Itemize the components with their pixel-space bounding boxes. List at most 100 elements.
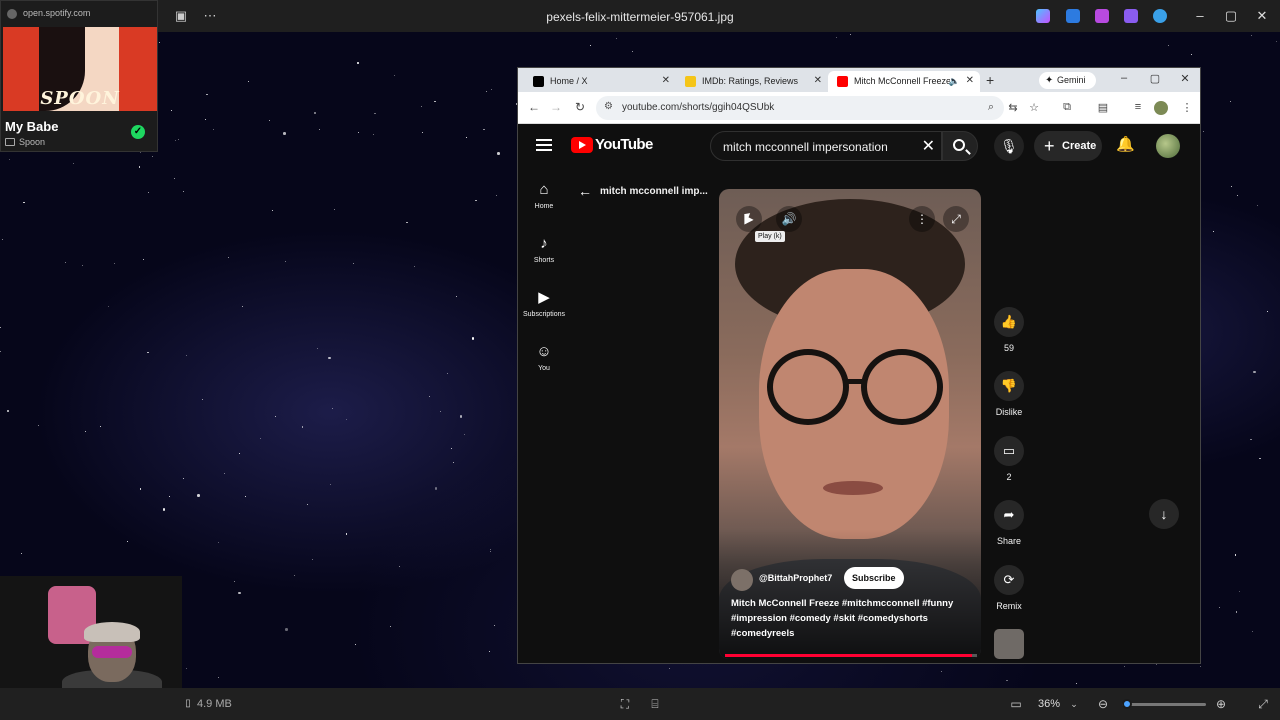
dislike-button[interactable]: 👎 Dislike (991, 371, 1027, 417)
profile-avatar-icon[interactable] (1154, 101, 1168, 115)
account-avatar[interactable] (1156, 134, 1180, 158)
back-search-query[interactable]: mitch mcconnell imp... (600, 186, 708, 197)
short-more-icon[interactable]: ⋮ (909, 206, 935, 232)
sidebar-item-home[interactable]: ⌂ Home (518, 181, 570, 210)
minimize-icon[interactable]: – (1185, 6, 1215, 26)
chrome-window: Home / X ✕ IMDb: Ratings, Reviews, and W… (517, 67, 1201, 664)
media-controls-icon[interactable]: ≡ (1131, 101, 1145, 113)
search-query[interactable]: mitch mcconnell impersonation (723, 140, 888, 154)
clear-search-icon[interactable]: ✕ (922, 136, 935, 156)
fullscreen-expand-icon[interactable]: ⤢ (1255, 696, 1271, 712)
scan-text-icon[interactable]: ⌸ (647, 696, 663, 712)
star-dot (428, 395, 431, 398)
track-artist[interactable]: Spoon (19, 137, 45, 147)
sidebar-item-subscriptions[interactable]: ▶ Subscriptions (518, 289, 570, 318)
browser-maximize-icon[interactable]: ▢ (1145, 72, 1165, 85)
back-arrow-icon[interactable]: ← (578, 183, 592, 199)
tab-close-icon[interactable]: ✕ (662, 71, 670, 91)
star-dot (204, 119, 206, 121)
comments-button[interactable]: ▭ 2 (991, 436, 1027, 482)
share-button[interactable]: ➦ Share (991, 500, 1027, 546)
fullscreen-icon[interactable]: ⤢ (943, 206, 969, 232)
channel-avatar[interactable] (731, 569, 753, 591)
voice-search-icon[interactable]: 🎙 (994, 131, 1024, 161)
sidebar-item-shorts[interactable]: ♪ Shorts (518, 235, 570, 264)
track-title[interactable]: My Babe (5, 119, 58, 134)
maximize-icon[interactable]: ▢ (1216, 6, 1246, 26)
designer-icon[interactable] (1124, 9, 1138, 23)
translate-icon[interactable]: ⇆ (1006, 101, 1020, 114)
short-video-player[interactable]: ▶ 🔊 ⋮ ⤢ Play (k) @BittahProphet7 Subscri… (719, 189, 981, 659)
album-art[interactable]: SPOON (3, 27, 157, 111)
copilot-icon[interactable] (1036, 9, 1050, 23)
extensions-icon[interactable]: ⧉ (1060, 101, 1074, 114)
editor-icon[interactable] (1066, 9, 1080, 23)
reading-list-icon[interactable]: ▤ (1096, 101, 1110, 114)
star-dot (313, 111, 317, 115)
star-dot (140, 488, 142, 490)
clipchamp-icon[interactable] (1095, 9, 1109, 23)
star-dot (331, 408, 333, 410)
channel-handle[interactable]: @BittahProphet7 (759, 573, 832, 583)
star-dot (590, 44, 592, 46)
star-dot (357, 132, 360, 134)
browser-close-icon[interactable]: ✕ (1175, 72, 1195, 85)
tab-close-icon[interactable]: ✕ (966, 71, 974, 91)
forward-icon[interactable]: → (548, 100, 564, 114)
crop-icon[interactable]: ⛶ (617, 696, 633, 712)
zoom-dropdown-chevron-icon[interactable]: ⌄ (1066, 696, 1082, 712)
star-dot (616, 38, 618, 40)
bookmark-star-icon[interactable]: ☆ (1027, 101, 1041, 114)
new-tab-icon[interactable]: + (986, 72, 994, 88)
reload-icon[interactable]: ↻ (572, 100, 588, 114)
star-dot (447, 373, 449, 374)
like-button[interactable]: 👍 59 (991, 307, 1027, 353)
next-short-down-arrow-icon[interactable]: ↓ (1149, 499, 1179, 529)
zoom-icon[interactable]: ⌕ (984, 101, 998, 114)
youtube-logo-icon[interactable] (571, 137, 593, 153)
site-info-icon[interactable]: ⚙ (604, 101, 613, 112)
address-text[interactable]: youtube.com/shorts/ggih04QSUbk (622, 102, 774, 113)
create-button[interactable]: + Create (1034, 131, 1102, 161)
search-input[interactable]: mitch mcconnell impersonation ✕ (710, 131, 942, 161)
youtube-logo-text[interactable]: YouTube (595, 136, 653, 153)
liked-check-icon[interactable]: ✓ (131, 125, 145, 139)
tab-x[interactable]: Home / X ✕ (524, 71, 676, 92)
video-progress-bar[interactable] (725, 654, 977, 657)
tab-imdb[interactable]: IMDb: Ratings, Reviews, and W ✕ (676, 71, 828, 92)
tab-youtube-active[interactable]: Mitch McConnell Freeze # 🔈 ✕ (828, 71, 980, 92)
star-dot (850, 33, 851, 35)
fit-to-window-icon[interactable]: ▭ (1008, 696, 1024, 712)
star-dot (330, 483, 332, 485)
star-dot (100, 426, 102, 428)
gemini-button[interactable]: ✦ Gemini (1039, 72, 1096, 89)
notifications-bell-icon[interactable]: 🔔 (1116, 135, 1135, 153)
close-icon[interactable]: ✕ (1247, 6, 1277, 26)
tab-audio-icon[interactable]: 🔈 (949, 71, 960, 91)
short-caption[interactable]: Mitch McConnell Freeze #mitchmcconnell #… (731, 596, 971, 641)
star-dot (108, 305, 110, 307)
browser-minimize-icon[interactable]: – (1114, 72, 1134, 84)
cloud-icon[interactable] (1153, 9, 1167, 23)
back-icon[interactable]: ← (526, 100, 542, 114)
zoom-out-icon[interactable]: ⊖ (1095, 696, 1111, 712)
chrome-menu-icon[interactable]: ⋮ (1180, 101, 1194, 114)
address-bar[interactable]: ⚙ youtube.com/shorts/ggih04QSUbk (596, 96, 1004, 120)
volume-icon[interactable]: 🔊 (776, 206, 802, 232)
star-dot (285, 628, 288, 631)
play-tooltip: Play (k) (755, 231, 785, 242)
star-dot (183, 190, 184, 192)
search-button[interactable] (942, 131, 978, 161)
webcam-person-hair (84, 622, 140, 642)
sound-thumbnail[interactable] (994, 629, 1024, 659)
zoom-level[interactable]: 36% (1038, 698, 1060, 710)
hamburger-menu-icon[interactable] (536, 139, 552, 151)
remix-button[interactable]: ⟳ Remix (991, 565, 1027, 611)
subscribe-button[interactable]: Subscribe (844, 567, 904, 589)
sidebar-item-you[interactable]: ☺ You (518, 343, 570, 372)
zoom-in-icon[interactable]: ⊕ (1213, 696, 1229, 712)
zoom-slider-track[interactable] (1122, 703, 1206, 706)
tab-close-icon[interactable]: ✕ (814, 71, 822, 91)
star-dot (439, 411, 441, 413)
star-dot (345, 533, 347, 535)
